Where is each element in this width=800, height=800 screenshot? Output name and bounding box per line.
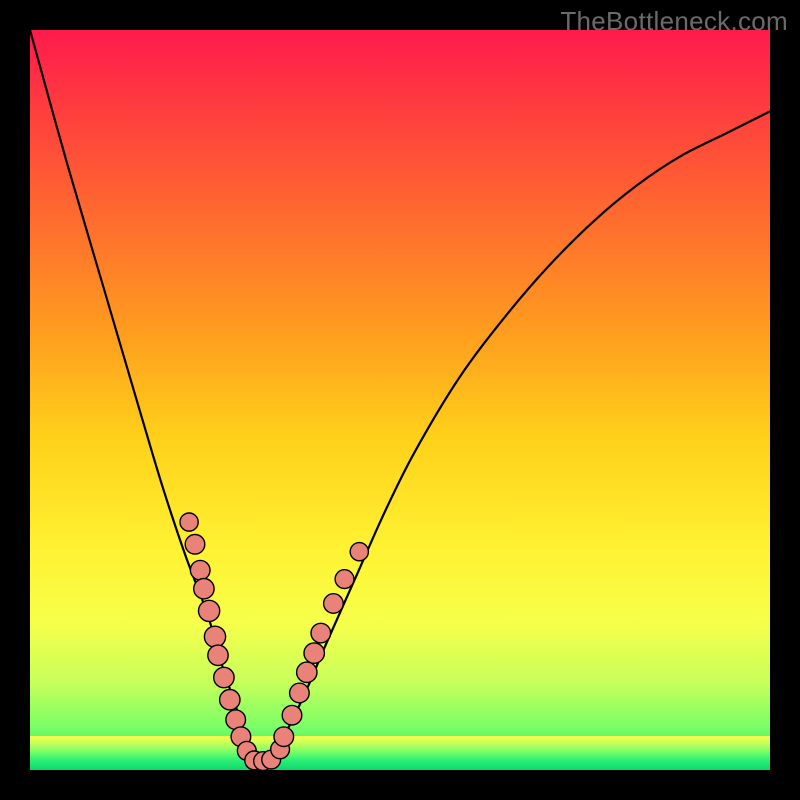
bead-point bbox=[220, 690, 240, 710]
plot-area bbox=[30, 30, 770, 770]
chart-svg bbox=[30, 30, 770, 770]
bead-point bbox=[180, 513, 198, 531]
bead-point bbox=[204, 626, 225, 647]
bead-point bbox=[311, 623, 331, 643]
bead-point bbox=[214, 667, 234, 687]
bead-point bbox=[194, 579, 214, 599]
chart-frame: TheBottleneck.com bbox=[0, 0, 800, 800]
bead-point bbox=[274, 727, 294, 747]
bead-point bbox=[282, 705, 302, 725]
bead-markers bbox=[180, 513, 368, 770]
bead-point bbox=[324, 594, 344, 614]
bead-point bbox=[199, 600, 220, 621]
bead-point bbox=[190, 560, 210, 580]
bead-point bbox=[304, 643, 324, 663]
bead-point bbox=[185, 535, 205, 555]
bead-point bbox=[208, 645, 228, 665]
bead-point bbox=[297, 662, 317, 682]
bead-point bbox=[350, 543, 368, 561]
curve-line bbox=[30, 30, 770, 770]
bead-point bbox=[290, 683, 310, 703]
bead-point bbox=[335, 570, 354, 589]
